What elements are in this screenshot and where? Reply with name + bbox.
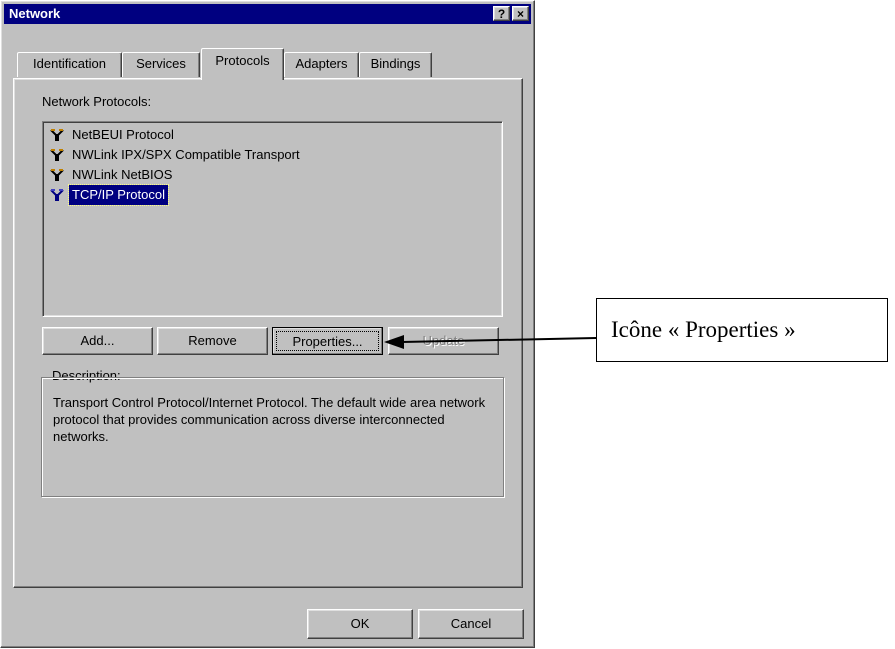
network-protocol-icon xyxy=(50,169,64,181)
list-item[interactable]: NetBEUI Protocol xyxy=(49,125,177,145)
tab-adapters[interactable]: Adapters xyxy=(284,52,359,77)
network-protocol-icon xyxy=(50,129,64,141)
properties-callout: Icône « Properties » xyxy=(596,298,888,362)
network-protocols-label: Network Protocols: xyxy=(42,94,152,109)
window-title: Network xyxy=(9,6,61,21)
tab-services[interactable]: Services xyxy=(122,52,200,77)
list-item[interactable]: NWLink NetBIOS xyxy=(49,165,175,185)
properties-button[interactable]: Properties... xyxy=(272,327,383,355)
remove-button[interactable]: Remove xyxy=(157,327,268,355)
cancel-button[interactable]: Cancel xyxy=(418,609,524,639)
help-icon[interactable]: ? xyxy=(493,6,510,21)
description-group xyxy=(41,377,504,497)
title-bar[interactable]: Network ? × xyxy=(4,4,531,24)
add-button[interactable]: Add... xyxy=(42,327,153,355)
update-button[interactable]: Update xyxy=(388,327,499,355)
tab-bindings[interactable]: Bindings xyxy=(359,52,432,77)
list-item-selected[interactable]: TCP/IP Protocol xyxy=(49,184,169,206)
tab-protocols[interactable]: Protocols xyxy=(201,48,284,80)
ok-button[interactable]: OK xyxy=(307,609,413,639)
network-protocol-icon xyxy=(50,149,64,161)
tab-identification[interactable]: Identification xyxy=(17,52,122,77)
close-icon[interactable]: × xyxy=(512,6,529,21)
list-item[interactable]: NWLink IPX/SPX Compatible Transport xyxy=(49,145,303,165)
network-protocol-icon xyxy=(50,189,64,201)
protocol-list[interactable]: NetBEUI Protocol NWLink IPX/SPX Compatib… xyxy=(42,121,503,317)
